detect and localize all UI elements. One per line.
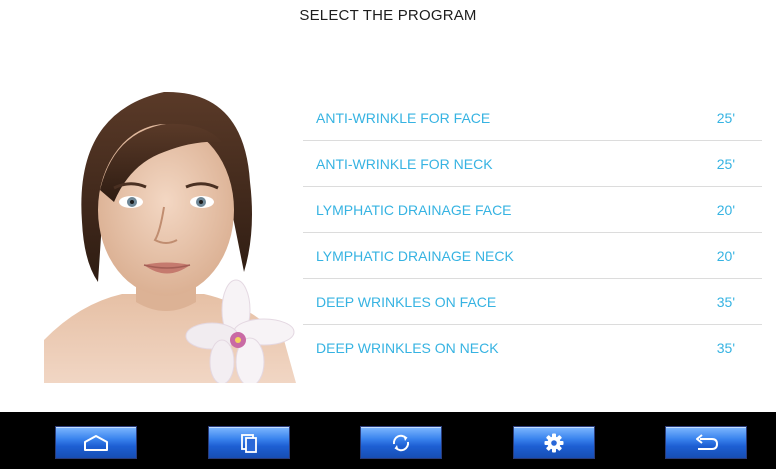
program-name: ANTI-WRINKLE FOR FACE xyxy=(316,110,491,126)
woman-face-image xyxy=(44,72,296,383)
copy-button[interactable] xyxy=(208,426,290,459)
program-duration: 20' xyxy=(716,248,735,264)
program-row-lymphatic-drainage-face[interactable]: LYMPHATIC DRAINAGE FACE 20' xyxy=(303,187,762,233)
refresh-button[interactable] xyxy=(360,426,442,459)
settings-button[interactable] xyxy=(513,426,595,459)
program-duration: 25' xyxy=(716,156,735,172)
program-row-anti-wrinkle-neck[interactable]: ANTI-WRINKLE FOR NECK 25' xyxy=(303,141,762,187)
program-duration: 35' xyxy=(716,340,735,356)
program-row-deep-wrinkles-face[interactable]: DEEP WRINKLES ON FACE 35' xyxy=(303,279,762,325)
program-duration: 25' xyxy=(716,110,735,126)
program-duration: 20' xyxy=(716,202,735,218)
program-name: DEEP WRINKLES ON FACE xyxy=(316,294,497,310)
program-name: ANTI-WRINKLE FOR NECK xyxy=(316,156,493,172)
back-icon xyxy=(696,433,719,450)
program-name: LYMPHATIC DRAINAGE NECK xyxy=(316,248,514,264)
refresh-icon xyxy=(392,434,410,451)
program-row-anti-wrinkle-face[interactable]: ANTI-WRINKLE FOR FACE 25' xyxy=(303,95,762,141)
program-name: DEEP WRINKLES ON NECK xyxy=(316,340,499,356)
program-duration: 35' xyxy=(716,294,735,310)
home-button[interactable] xyxy=(55,426,137,459)
program-list: ANTI-WRINKLE FOR FACE 25' ANTI-WRINKLE F… xyxy=(303,95,762,371)
back-button[interactable] xyxy=(665,426,747,459)
page-title: SELECT THE PROGRAM xyxy=(299,7,477,24)
copy-icon xyxy=(241,433,257,453)
bottom-nav-bar xyxy=(0,412,776,469)
program-name: LYMPHATIC DRAINAGE FACE xyxy=(316,202,512,218)
gear-icon xyxy=(544,433,564,452)
program-row-lymphatic-drainage-neck[interactable]: LYMPHATIC DRAINAGE NECK 20' xyxy=(303,233,762,279)
home-icon xyxy=(84,434,108,451)
program-row-deep-wrinkles-neck[interactable]: DEEP WRINKLES ON NECK 35' xyxy=(303,325,762,371)
